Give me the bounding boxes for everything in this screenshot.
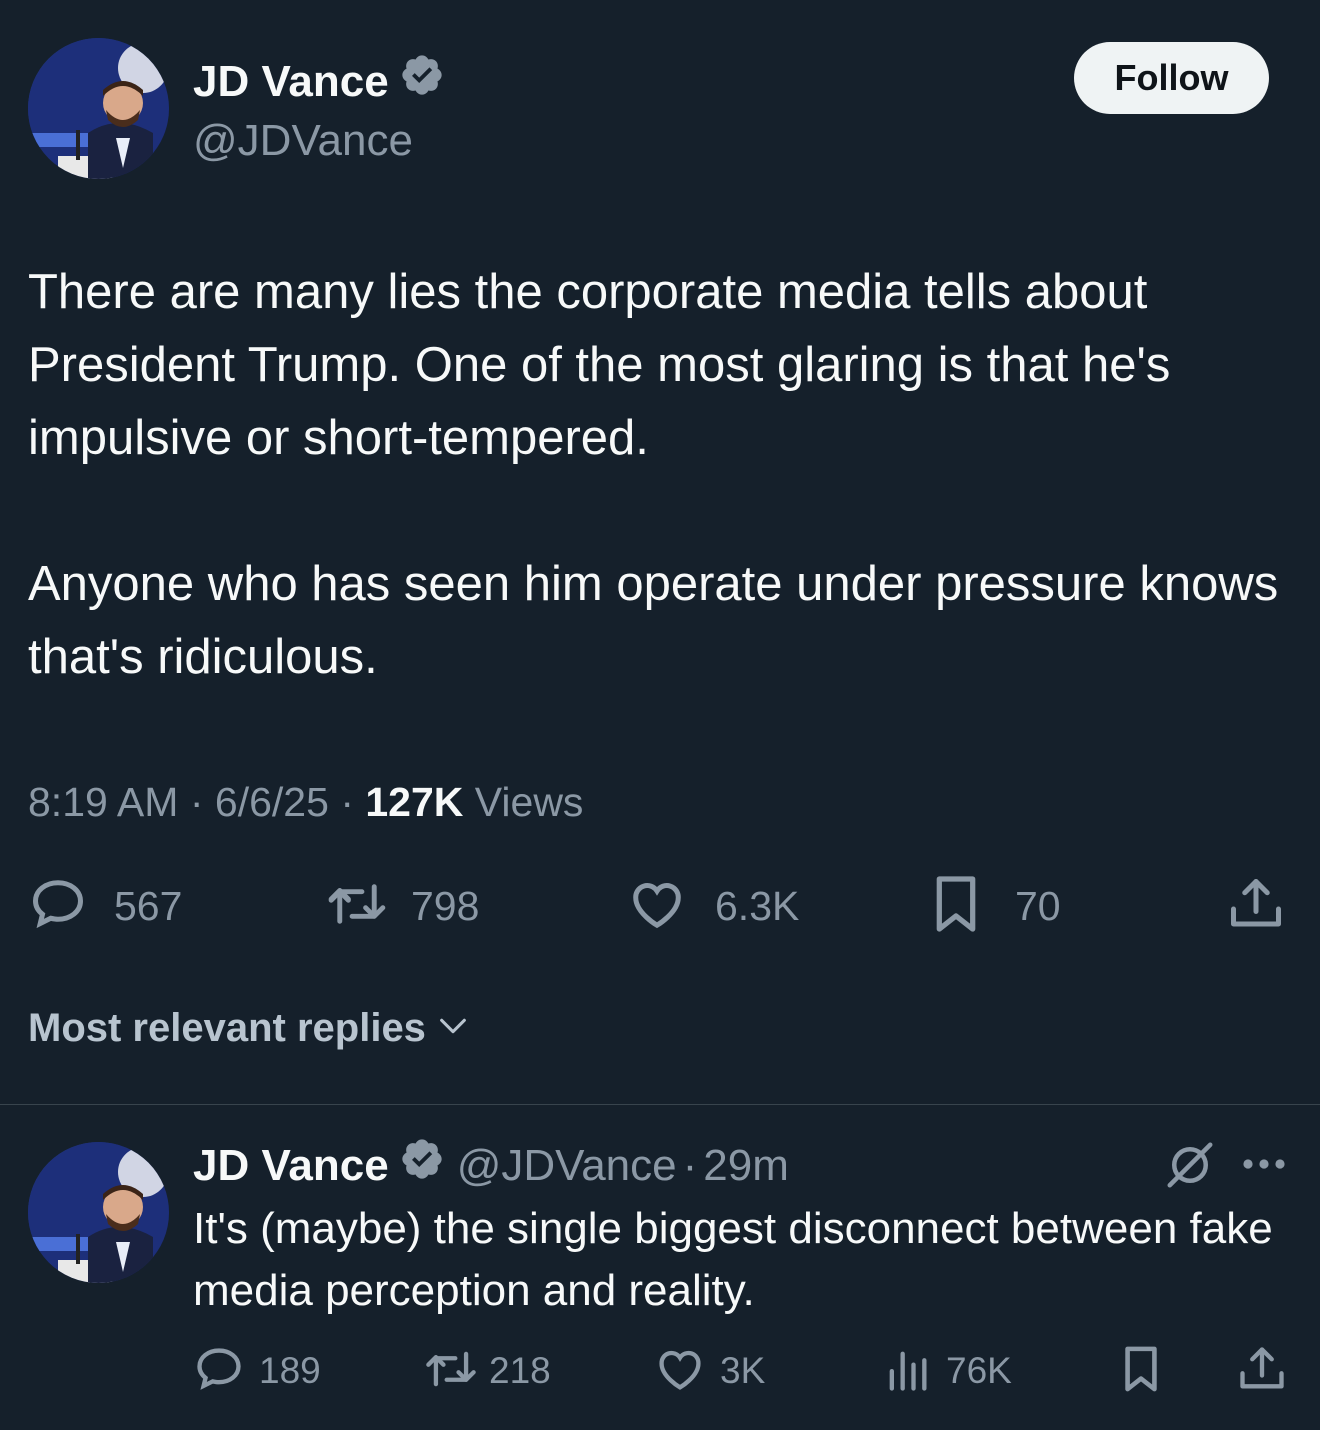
follow-button[interactable]: Follow (1074, 42, 1269, 114)
tweet-paragraph-1: There are many lies the corporate media … (28, 265, 1171, 465)
speech-bubble-icon (28, 874, 88, 939)
reply-reply-button[interactable]: 189 (193, 1344, 321, 1398)
reply-repost-count: 218 (489, 1350, 551, 1391)
replies-sort-label: Most relevant replies (28, 1006, 426, 1050)
like-count: 6.3K (715, 882, 800, 929)
bar-chart-icon (884, 1343, 930, 1400)
speech-bubble-icon (193, 1343, 245, 1400)
reply-views-count: 76K (946, 1350, 1012, 1391)
replies-sort-dropdown[interactable]: Most relevant replies (28, 1006, 470, 1051)
tweet-time[interactable]: 8:19 AM (28, 779, 178, 825)
meta-separator: · (340, 779, 354, 825)
reply-like-button[interactable]: 3K (654, 1344, 765, 1398)
share-upload-icon (1236, 1343, 1288, 1400)
meta-separator: · (682, 1140, 698, 1190)
tweet-meta: 8:19 AM · 6/6/25 · 127K Views (28, 776, 583, 828)
heart-icon (627, 874, 687, 939)
tweet-date[interactable]: 6/6/25 (215, 779, 329, 825)
author-avatar[interactable] (28, 38, 169, 179)
repost-button[interactable]: 798 (325, 874, 479, 938)
reply-count: 567 (114, 882, 183, 929)
divider (0, 1104, 1320, 1105)
share-upload-icon (1226, 874, 1286, 939)
grok-slash-icon[interactable] (1163, 1138, 1217, 1197)
reply-bookmark-button[interactable] (1118, 1344, 1164, 1398)
repost-arrows-icon (423, 1343, 479, 1400)
reply-reply-count: 189 (259, 1350, 321, 1391)
reply-button[interactable]: 567 (28, 874, 182, 938)
reply-author-name[interactable]: JD Vance (193, 1139, 389, 1193)
share-button[interactable] (1226, 874, 1286, 938)
views-label: Views (474, 779, 584, 825)
tweet-paragraph-2: Anyone who has seen him operate under pr… (28, 557, 1279, 684)
bookmark-button[interactable]: 70 (927, 874, 1061, 938)
repost-count: 798 (411, 882, 480, 929)
reply-like-count: 3K (720, 1350, 766, 1391)
bookmark-icon (927, 873, 985, 940)
reply-header: JD Vance @JDVance · 29m (193, 1136, 789, 1195)
author-name[interactable]: JD Vance (193, 52, 445, 111)
reply-share-button[interactable] (1236, 1344, 1288, 1398)
chevron-down-icon (436, 1009, 470, 1048)
bookmark-icon (1118, 1343, 1164, 1400)
reply-repost-button[interactable]: 218 (423, 1344, 551, 1398)
verified-badge-icon (399, 1136, 445, 1195)
reply-views-button[interactable]: 76K (884, 1344, 1012, 1398)
like-button[interactable]: 6.3K (627, 874, 799, 938)
reply-author-handle[interactable]: @JDVance (457, 1139, 677, 1193)
more-dots-icon[interactable] (1240, 1146, 1288, 1187)
views-count: 127K (365, 779, 464, 825)
reply-text: It's (maybe) the single biggest disconne… (193, 1204, 1273, 1315)
reply-author-avatar[interactable] (28, 1142, 169, 1283)
tweet-text: There are many lies the corporate media … (28, 256, 1303, 694)
repost-arrows-icon (325, 874, 389, 939)
bookmark-count: 70 (1015, 882, 1061, 929)
meta-separator: · (189, 779, 204, 825)
reply-time[interactable]: 29m (703, 1139, 789, 1193)
heart-icon (654, 1343, 706, 1400)
author-name-text: JD Vance (193, 56, 389, 106)
verified-badge-icon (399, 52, 445, 111)
author-handle[interactable]: @JDVance (193, 114, 413, 168)
